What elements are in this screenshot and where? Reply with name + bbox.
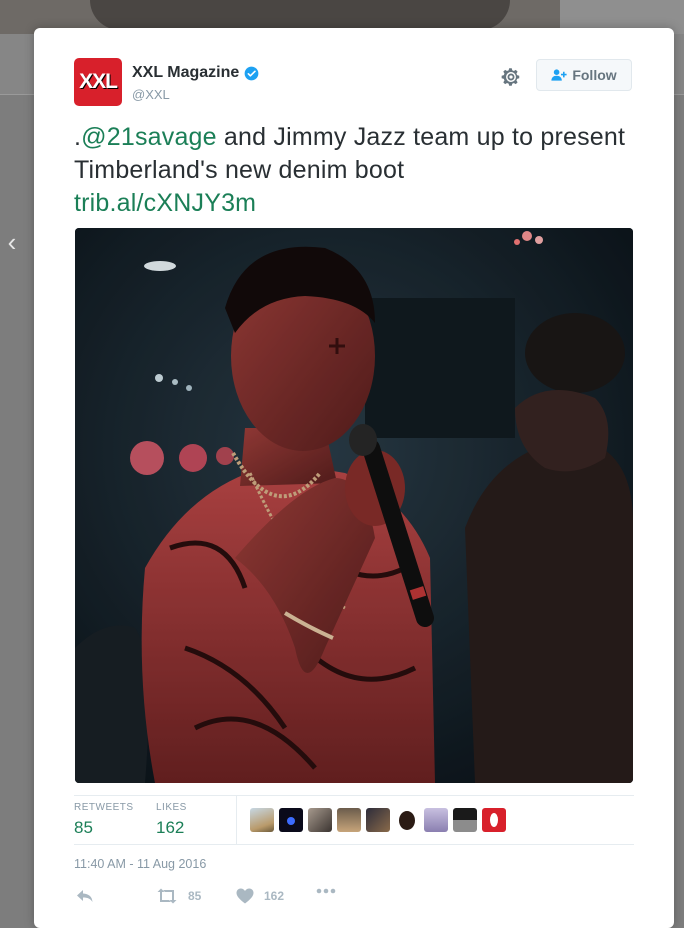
mention-link[interactable]: @21savage: [81, 123, 217, 151]
reply-icon: [77, 890, 93, 902]
liker-avatar[interactable]: [279, 808, 303, 832]
liker-avatar[interactable]: [337, 808, 361, 832]
liker-avatar[interactable]: [453, 808, 477, 832]
tweet-timestamp[interactable]: 11:40 AM - 11 Aug 2016: [74, 857, 206, 871]
tweet-stats: RETWEETS 85 LIKES 162: [74, 796, 634, 844]
stats-separator: [236, 796, 237, 844]
stats-bottom-divider: [74, 844, 634, 845]
follow-button[interactable]: Follow: [536, 59, 632, 91]
like-button[interactable]: 162: [236, 888, 284, 904]
tweet-url-link[interactable]: trib.al/cXNJY3m: [74, 189, 256, 217]
concert-photo-illustration: [75, 228, 633, 783]
avatar[interactable]: XXL: [74, 58, 122, 106]
liker-avatar[interactable]: [482, 808, 506, 832]
likes-label: LIKES: [156, 802, 187, 813]
xxl-logo: XXL: [79, 70, 118, 93]
more-icon: [316, 888, 336, 894]
retweets-label: RETWEETS: [74, 802, 134, 813]
add-user-icon: [551, 69, 567, 81]
gear-icon[interactable]: [500, 66, 522, 88]
likes-stat[interactable]: LIKES 162: [156, 796, 187, 838]
verified-badge-icon: [244, 66, 259, 80]
author-name[interactable]: XXL Magazine: [132, 64, 259, 82]
retweet-stat[interactable]: RETWEETS 85: [74, 796, 134, 838]
reply-button[interactable]: [76, 888, 104, 904]
liker-avatar[interactable]: [308, 808, 332, 832]
liker-avatar[interactable]: [366, 808, 390, 832]
tweet-text: .@21savage and Jimmy Jazz team up to pre…: [74, 121, 634, 220]
author-name-text: XXL Magazine: [132, 64, 240, 81]
like-action-count: 162: [264, 889, 285, 903]
tweet-modal: XXL XXL Magazine @XXL Follow .@21savage …: [34, 28, 674, 928]
more-button[interactable]: [316, 888, 346, 894]
tweet-photo[interactable]: [75, 228, 633, 783]
liker-avatars: [250, 808, 511, 832]
likes-count: 162: [156, 818, 185, 837]
author-handle[interactable]: @XXL: [132, 87, 170, 102]
liker-avatar[interactable]: [250, 808, 274, 832]
follow-label: Follow: [572, 67, 617, 83]
retweet-icon: [157, 888, 177, 904]
retweets-count: 85: [74, 818, 93, 837]
retweet-button[interactable]: 85: [156, 888, 201, 904]
background-banner-shape: [90, 0, 510, 30]
heart-icon: [236, 888, 254, 904]
tweet-actions: 85 162: [74, 888, 634, 912]
previous-tweet-chevron-left-icon[interactable]: ‹: [2, 228, 22, 256]
retweet-action-count: 85: [188, 889, 202, 903]
liker-avatar[interactable]: [395, 808, 419, 832]
liker-avatar[interactable]: [424, 808, 448, 832]
